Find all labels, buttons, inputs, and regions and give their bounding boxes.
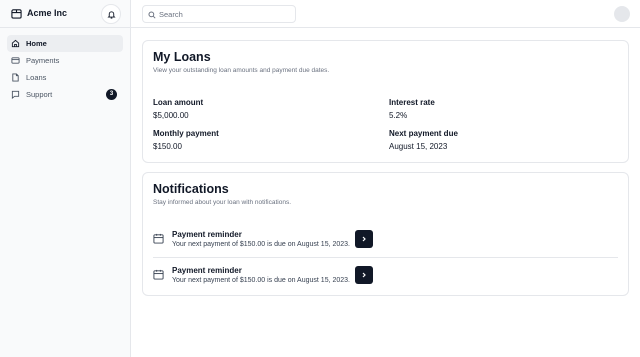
interest-rate-value: 5.2% — [389, 111, 408, 120]
sidebar-item-support[interactable]: Support 3 — [7, 86, 123, 103]
search-icon — [148, 11, 156, 19]
user-avatar[interactable] — [614, 6, 630, 22]
notifications-button[interactable] — [101, 4, 121, 24]
brand-name[interactable]: Acme Inc — [27, 8, 67, 18]
credit-card-icon — [11, 57, 20, 64]
calendar-icon — [153, 269, 164, 280]
notifications-subtitle: Stay informed about your loan with notif… — [153, 199, 292, 206]
open-notification-button[interactable] — [355, 266, 373, 284]
notifications-title: Notifications — [153, 182, 229, 196]
sidebar-item-loans[interactable]: Loans — [7, 69, 123, 86]
notification-text: Your next payment of $150.00 is due on A… — [172, 241, 350, 248]
monthly-payment-value: $150.00 — [153, 142, 182, 151]
chevron-right-icon — [362, 236, 366, 242]
search-box[interactable] — [142, 5, 296, 23]
home-icon — [11, 39, 20, 48]
my-loans-card: My Loans View your outstanding loan amou… — [142, 40, 629, 163]
loan-amount-label: Loan amount — [153, 98, 204, 107]
search-input[interactable] — [159, 8, 289, 21]
interest-rate-label: Interest rate — [389, 98, 435, 107]
sidebar-item-label: Loans — [26, 73, 47, 82]
next-payment-due-value: August 15, 2023 — [389, 142, 448, 151]
brand-header: Acme Inc — [0, 0, 131, 28]
file-icon — [12, 73, 19, 82]
my-loans-subtitle: View your outstanding loan amounts and p… — [153, 67, 330, 74]
package-icon — [11, 9, 22, 19]
sidebar-item-home[interactable]: Home — [7, 35, 123, 52]
notification-text: Your next payment of $150.00 is due on A… — [172, 277, 350, 284]
chevron-right-icon — [362, 272, 366, 278]
sidebar-item-payments[interactable]: Payments — [7, 52, 123, 69]
open-notification-button[interactable] — [355, 230, 373, 248]
top-bar — [131, 0, 640, 28]
sidebar: Acme Inc Home Payments Loans Support 3 — [0, 0, 131, 357]
notification-item: Payment reminder Your next payment of $1… — [153, 258, 618, 294]
my-loans-title: My Loans — [153, 50, 211, 64]
bell-icon — [107, 11, 116, 19]
sidebar-item-label: Payments — [26, 56, 60, 65]
notification-title: Payment reminder — [172, 266, 242, 275]
next-payment-due-label: Next payment due — [389, 129, 458, 138]
calendar-icon — [153, 233, 164, 244]
sidebar-item-label: Home — [26, 39, 47, 48]
notification-item: Payment reminder Your next payment of $1… — [153, 222, 618, 258]
notifications-card: Notifications Stay informed about your l… — [142, 172, 629, 296]
message-icon — [11, 90, 20, 99]
loan-amount-value: $5,000.00 — [153, 111, 189, 120]
sidebar-item-label: Support — [26, 90, 53, 99]
support-count-badge: 3 — [106, 89, 117, 100]
monthly-payment-label: Monthly payment — [153, 129, 219, 138]
sidebar-nav: Home Payments Loans Support 3 — [7, 35, 123, 103]
notification-title: Payment reminder — [172, 230, 242, 239]
